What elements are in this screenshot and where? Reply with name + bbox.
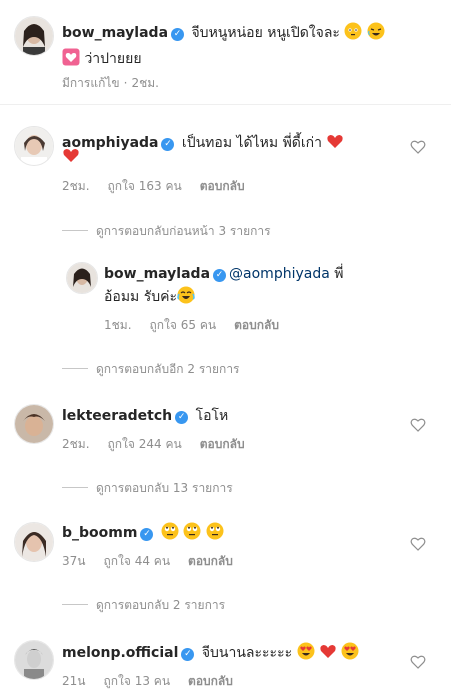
verified-badge-icon: ✓ <box>175 411 189 424</box>
comment-time: 2ชม. <box>62 437 90 451</box>
avatar-image <box>67 263 97 293</box>
reply-text-line2: อ้อมม รับค่ะ <box>104 289 178 305</box>
comment-username[interactable]: melonp.official <box>62 645 178 661</box>
rolling-eyes-icon <box>183 522 201 546</box>
comment-username[interactable]: lekteeradetch <box>62 408 172 424</box>
red-heart-icon <box>62 146 80 170</box>
view-replies-button[interactable]: ดูการตอบกลับก่อนหน้า 3 รายการ <box>62 222 271 241</box>
like-count[interactable]: ถูกใจ 163 คน <box>108 179 182 193</box>
avatar[interactable] <box>14 126 54 166</box>
caption-text-line2: ว่าปายยย <box>80 51 142 67</box>
reply-button[interactable]: ตอบกลับ <box>188 674 233 688</box>
red-heart-icon <box>319 642 337 666</box>
like-count[interactable]: ถูกใจ 65 คน <box>150 318 217 332</box>
view-replies-label: ดูการตอบกลับก่อนหน้า 3 รายการ <box>96 224 271 238</box>
comment-time: 37น <box>62 554 86 568</box>
heart-outline-icon[interactable] <box>410 417 426 433</box>
comment-time: 2ชม. <box>62 179 90 193</box>
view-replies-button[interactable]: ดูการตอบกลับ 2 รายการ <box>62 596 225 615</box>
heart-eyes-icon <box>341 642 359 666</box>
avatar[interactable] <box>14 404 54 444</box>
heart-eyes-icon <box>297 642 315 666</box>
heart-outline-icon[interactable] <box>410 654 426 670</box>
like-count[interactable]: ถูกใจ 13 คน <box>103 674 170 688</box>
avatar-image <box>15 641 53 679</box>
red-heart-icon <box>326 132 344 156</box>
comment-text: เป็นทอม ได้ไหม พี่ดี้เก่า <box>177 135 327 151</box>
avatar[interactable] <box>66 262 98 294</box>
verified-badge-icon: ✓ <box>161 138 175 151</box>
like-count[interactable]: ถูกใจ 244 คน <box>108 437 182 451</box>
avatar-image <box>15 127 53 165</box>
divider <box>62 230 88 231</box>
avatar[interactable] <box>14 16 54 56</box>
heart-outline-icon[interactable] <box>410 139 426 155</box>
heart-outline-icon[interactable] <box>410 536 426 552</box>
divider <box>62 604 88 605</box>
view-replies-button[interactable]: ดูการตอบกลับ 13 รายการ <box>62 479 233 498</box>
verified-badge-icon: ✓ <box>181 648 195 661</box>
rolling-eyes-icon <box>206 522 224 546</box>
view-replies-label: ดูการตอบกลับอีก 2 รายการ <box>96 362 240 376</box>
caption-text: จีบหนูหน่อย หนูเปิดใจละ <box>187 25 345 41</box>
flushed-face-icon <box>344 22 362 46</box>
verified-badge-icon: ✓ <box>171 28 185 41</box>
avatar[interactable] <box>14 522 54 562</box>
comment-time: 21น <box>62 674 86 688</box>
avatar-image <box>15 523 53 561</box>
rolling-laughing-icon <box>367 22 385 46</box>
divider <box>0 104 451 105</box>
view-replies-label: ดูการตอบกลับ 2 รายการ <box>96 598 226 612</box>
rolling-eyes-icon <box>161 522 179 546</box>
reply-button[interactable]: ตอบกลับ <box>188 554 233 568</box>
comment-username[interactable]: b_boomm <box>62 525 137 541</box>
view-replies-label: ดูการตอบกลับ 13 รายการ <box>96 481 233 495</box>
avatar-image <box>15 17 53 55</box>
comment-text: โอโห <box>191 408 229 424</box>
tears-of-joy-icon <box>177 286 195 310</box>
caption-username[interactable]: bow_maylada <box>62 25 168 41</box>
avatar[interactable] <box>14 640 54 680</box>
reply-text: พี่ <box>329 266 344 282</box>
comment-text: จีบนานละะะะะ <box>197 645 293 661</box>
caption-edited: มีการแก้ไข <box>62 76 120 90</box>
divider <box>62 487 88 488</box>
reply-button[interactable]: ตอบกลับ <box>200 437 245 451</box>
mention-link[interactable]: @aomphiyada <box>229 266 330 282</box>
like-count[interactable]: ถูกใจ 44 คน <box>103 554 170 568</box>
reply-button[interactable]: ตอบกลับ <box>200 179 245 193</box>
view-replies-button[interactable]: ดูการตอบกลับอีก 2 รายการ <box>62 360 240 379</box>
reply-button[interactable]: ตอบกลับ <box>234 318 279 332</box>
verified-badge-icon: ✓ <box>213 269 227 282</box>
reply-time: 1ชม. <box>104 318 132 332</box>
divider <box>62 368 88 369</box>
caption-time: 2ชม. <box>131 76 159 90</box>
verified-badge-icon: ✓ <box>140 528 154 541</box>
avatar-image <box>15 405 53 443</box>
reply-username[interactable]: bow_maylada <box>104 266 210 282</box>
pink-heart-icon <box>62 48 80 72</box>
